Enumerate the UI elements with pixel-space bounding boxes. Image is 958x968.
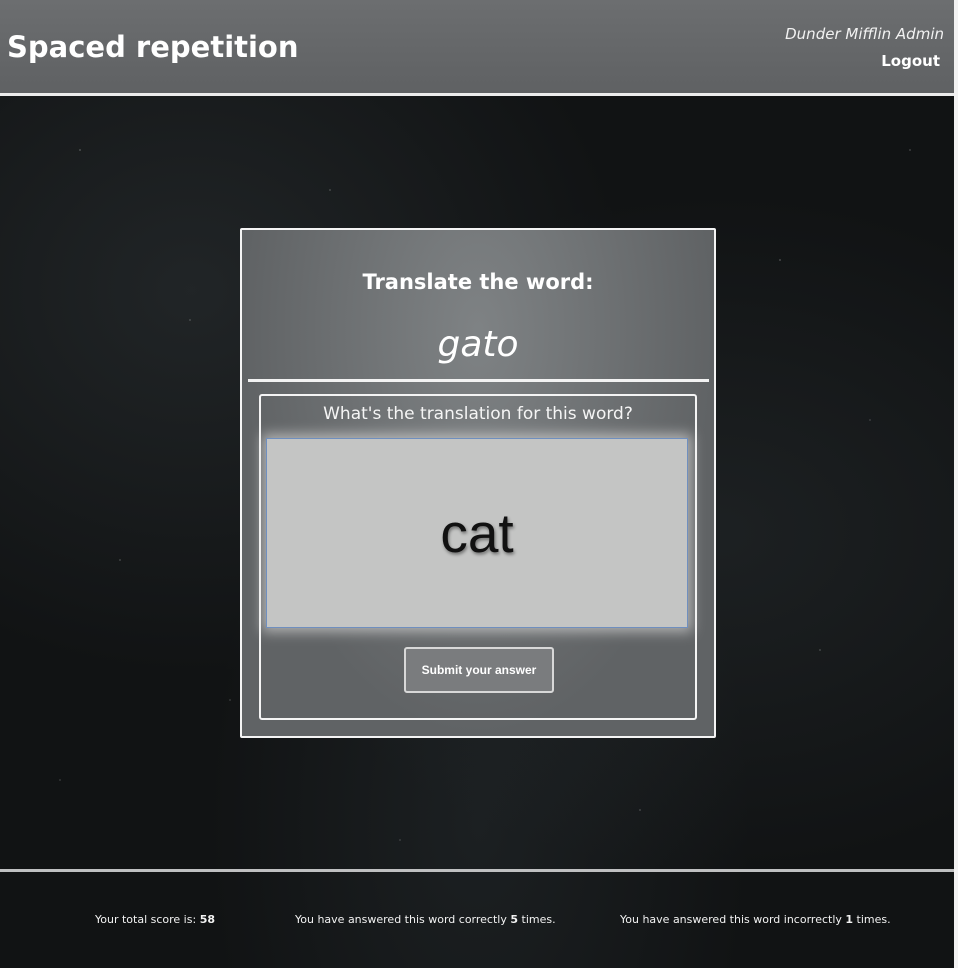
- app-title: Spaced repetition: [7, 30, 299, 64]
- card-heading: Translate the word:: [362, 270, 594, 294]
- score-label: Your total score is:: [95, 913, 197, 926]
- logout-link[interactable]: Logout: [881, 52, 940, 70]
- incorrect-label: You have answered this word incorrectly: [620, 913, 842, 926]
- submit-answer-button[interactable]: Submit your answer: [404, 647, 554, 693]
- scrollbar-edge: [954, 0, 958, 968]
- correct-count: 5: [510, 913, 519, 926]
- answer-form: What's the translation for this word? Su…: [259, 394, 697, 720]
- score-value: 58: [199, 913, 215, 926]
- word-to-translate: gato: [437, 324, 519, 365]
- correct-label: You have answered this word correctly: [295, 913, 507, 926]
- correct-suffix: times.: [521, 913, 556, 926]
- total-score: Your total score is: 58: [95, 913, 215, 926]
- correct-count-stat: You have answered this word correctly 5 …: [295, 913, 556, 926]
- answer-input[interactable]: [266, 438, 688, 628]
- incorrect-count-stat: You have answered this word incorrectly …: [620, 913, 891, 926]
- translation-card: Translate the word: gato What's the tran…: [240, 228, 716, 738]
- app-header: Spaced repetition Dunder Mifflin Admin L…: [0, 0, 954, 96]
- footer-divider: [0, 869, 954, 872]
- card-divider: [248, 379, 709, 382]
- incorrect-count: 1: [845, 913, 854, 926]
- user-name: Dunder Mifflin Admin: [785, 25, 944, 43]
- answer-prompt: What's the translation for this word?: [323, 404, 633, 424]
- incorrect-suffix: times.: [856, 913, 891, 926]
